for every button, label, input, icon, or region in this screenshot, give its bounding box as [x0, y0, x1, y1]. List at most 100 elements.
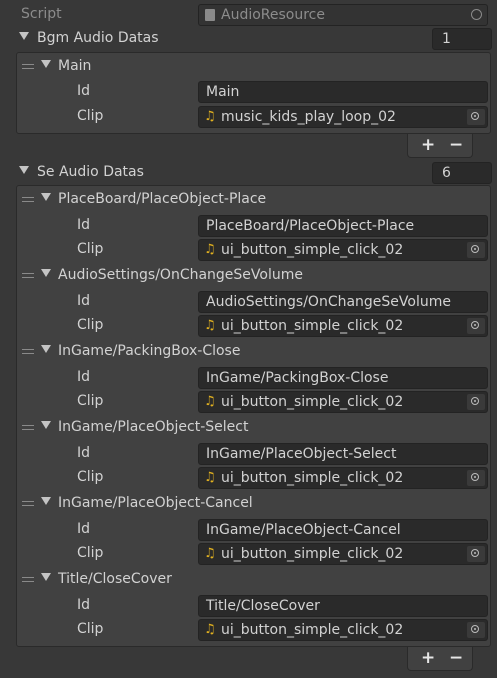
se-item-clip-row: Clip ♫ ui_button_simple_click_02: [0, 466, 497, 490]
id-label: Id: [77, 217, 91, 233]
music-note-icon: ♫: [204, 242, 216, 257]
music-note-icon: ♫: [204, 109, 216, 124]
object-picker-icon[interactable]: [467, 242, 485, 258]
bgm-item-clip-row: Clip ♫ music_kids_play_loop_02: [0, 105, 497, 129]
clip-label: Clip: [77, 545, 104, 561]
se-item-name: InGame/PackingBox-Close: [58, 343, 241, 359]
music-note-icon: ♫: [204, 622, 216, 637]
add-button[interactable]: +: [421, 648, 435, 668]
se-count-field[interactable]: 6: [432, 162, 492, 184]
chevron-down-icon[interactable]: [41, 60, 51, 68]
drag-handle-icon[interactable]: [22, 577, 34, 582]
object-picker-icon[interactable]: [467, 546, 485, 562]
se-item-name: AudioSettings/OnChangeSeVolume: [58, 267, 303, 283]
se-header-label: Se Audio Datas: [37, 164, 144, 180]
music-note-icon: ♫: [204, 546, 216, 561]
script-value: AudioResource: [221, 7, 325, 23]
chevron-down-icon[interactable]: [41, 345, 51, 353]
bgm-add-remove: + −: [407, 134, 473, 158]
chevron-down-icon[interactable]: [41, 573, 51, 581]
bgm-item-name: Main: [58, 58, 92, 74]
id-label: Id: [77, 293, 91, 309]
se-item-id-row: Id InGame/PlaceObject-Select: [0, 442, 497, 466]
se-item-clip-row: Clip ♫ ui_button_simple_click_02: [0, 238, 497, 262]
id-label: Id: [77, 521, 91, 537]
script-file-icon: [205, 9, 215, 21]
clip-label: Clip: [77, 317, 104, 333]
music-note-icon: ♫: [204, 394, 216, 409]
se-item-clip-row: Clip ♫ ui_button_simple_click_02: [0, 390, 497, 414]
se-add-remove: + −: [407, 647, 473, 671]
script-label: Script: [21, 6, 62, 22]
clip-field[interactable]: ♫ ui_button_simple_click_02: [198, 467, 488, 489]
id-field[interactable]: Title/CloseCover: [198, 595, 488, 617]
chevron-down-icon[interactable]: [41, 497, 51, 505]
object-picker-icon[interactable]: [467, 109, 485, 125]
se-item-name: Title/CloseCover: [58, 571, 172, 587]
drag-handle-icon[interactable]: [22, 64, 34, 69]
drag-handle-icon[interactable]: [22, 273, 34, 278]
se-item-header[interactable]: AudioSettings/OnChangeSeVolume: [0, 264, 497, 288]
se-item-header[interactable]: Title/CloseCover: [0, 568, 497, 592]
music-note-icon: ♫: [204, 318, 216, 333]
chevron-down-icon[interactable]: [19, 166, 29, 174]
clip-field[interactable]: ♫ ui_button_simple_click_02: [198, 619, 488, 641]
se-item-id-row: Id PlaceBoard/PlaceObject-Place: [0, 214, 497, 238]
se-item-id-row: Id InGame/PackingBox-Close: [0, 366, 497, 390]
chevron-down-icon[interactable]: [41, 269, 51, 277]
clip-field[interactable]: ♫ ui_button_simple_click_02: [198, 315, 488, 337]
se-foldout-header[interactable]: Se Audio Datas 6: [0, 161, 497, 185]
clip-field[interactable]: ♫ ui_button_simple_click_02: [198, 543, 488, 565]
se-item-header[interactable]: InGame/PlaceObject-Cancel: [0, 492, 497, 516]
id-label: Id: [77, 597, 91, 613]
drag-handle-icon[interactable]: [22, 425, 34, 430]
clip-field[interactable]: ♫ ui_button_simple_click_02: [198, 239, 488, 261]
id-field[interactable]: Main: [198, 81, 488, 103]
id-label: Id: [77, 445, 91, 461]
script-row: Script AudioResource: [0, 3, 497, 27]
se-item-id-row: Id AudioSettings/OnChangeSeVolume: [0, 290, 497, 314]
bgm-count-field[interactable]: 1: [432, 28, 492, 50]
id-field[interactable]: PlaceBoard/PlaceObject-Place: [198, 215, 488, 237]
drag-handle-icon[interactable]: [22, 349, 34, 354]
id-label: Id: [77, 369, 91, 385]
bgm-foldout-header[interactable]: Bgm Audio Datas 1: [0, 27, 497, 51]
drag-handle-icon[interactable]: [22, 197, 34, 202]
se-item-id-row: Id Title/CloseCover: [0, 594, 497, 618]
object-picker-icon[interactable]: [467, 394, 485, 410]
id-field[interactable]: InGame/PlaceObject-Cancel: [198, 519, 488, 541]
add-button[interactable]: +: [421, 135, 435, 155]
se-item-name: InGame/PlaceObject-Cancel: [58, 495, 253, 511]
object-picker-icon[interactable]: [467, 470, 485, 486]
id-field[interactable]: InGame/PackingBox-Close: [198, 367, 488, 389]
se-item-name: InGame/PlaceObject-Select: [58, 419, 249, 435]
music-note-icon: ♫: [204, 470, 216, 485]
clip-label: Clip: [77, 621, 104, 637]
se-item-name: PlaceBoard/PlaceObject-Place: [58, 191, 267, 207]
id-label: Id: [77, 83, 91, 99]
clip-label: Clip: [77, 469, 104, 485]
clip-label: Clip: [77, 241, 104, 257]
remove-button[interactable]: −: [449, 135, 463, 155]
script-field[interactable]: AudioResource: [198, 4, 488, 26]
chevron-down-icon[interactable]: [19, 32, 29, 40]
bgm-header-label: Bgm Audio Datas: [37, 30, 159, 46]
bgm-item-header[interactable]: Main: [0, 55, 497, 79]
chevron-down-icon[interactable]: [41, 193, 51, 201]
drag-handle-icon[interactable]: [22, 501, 34, 506]
clip-field[interactable]: ♫ ui_button_simple_click_02: [198, 391, 488, 413]
se-item-clip-row: Clip ♫ ui_button_simple_click_02: [0, 314, 497, 338]
clip-field[interactable]: ♫ music_kids_play_loop_02: [198, 106, 488, 128]
se-item-id-row: Id InGame/PlaceObject-Cancel: [0, 518, 497, 542]
remove-button[interactable]: −: [449, 648, 463, 668]
chevron-down-icon[interactable]: [41, 421, 51, 429]
id-field[interactable]: AudioSettings/OnChangeSeVolume: [198, 291, 488, 313]
object-picker-icon[interactable]: [467, 318, 485, 334]
id-field[interactable]: InGame/PlaceObject-Select: [198, 443, 488, 465]
se-item-header[interactable]: PlaceBoard/PlaceObject-Place: [0, 188, 497, 212]
object-picker-icon[interactable]: [467, 622, 485, 638]
se-item-header[interactable]: InGame/PackingBox-Close: [0, 340, 497, 364]
bgm-item-id-row: Id Main: [0, 80, 497, 104]
object-picker-icon: [471, 9, 482, 20]
se-item-header[interactable]: InGame/PlaceObject-Select: [0, 416, 497, 440]
